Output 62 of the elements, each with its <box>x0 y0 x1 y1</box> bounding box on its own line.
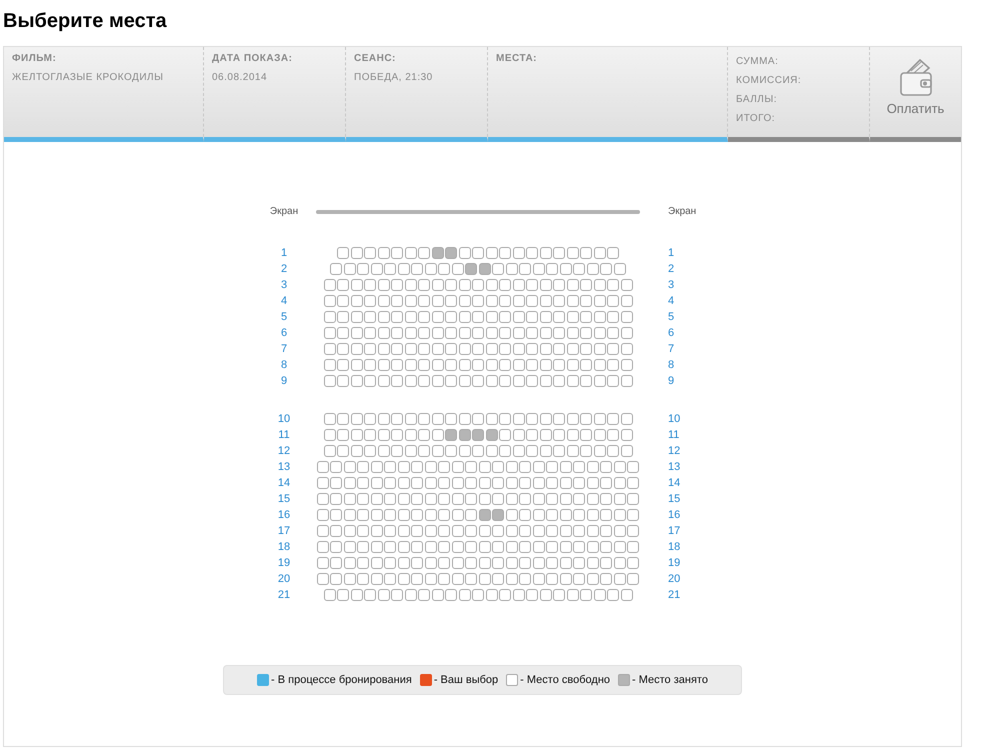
row-number: 21 <box>668 588 682 603</box>
row-number: 13 <box>668 460 682 475</box>
legend-label: - Место свободно <box>520 672 610 688</box>
field-value: ЖЕЛТОГЛАЗЫЕ КРОКОДИЛЫ <box>12 72 164 84</box>
row-number: 3 <box>280 278 288 293</box>
page-title: Выберите места <box>3 9 168 33</box>
row-number: 7 <box>668 342 676 357</box>
total-label: СУММА: <box>736 55 780 69</box>
row-number: 15 <box>276 492 292 507</box>
row-number: 1 <box>280 246 288 261</box>
row-number: 20 <box>276 572 292 587</box>
row-number: 6 <box>280 326 288 341</box>
field-label: МЕСТА: <box>496 53 538 65</box>
row-number: 5 <box>668 310 676 325</box>
total-label: ИТОГО: <box>736 112 776 126</box>
row-number: 13 <box>276 460 292 475</box>
row-number: 2 <box>668 262 676 277</box>
row-number: 10 <box>276 412 292 427</box>
field-label: ФИЛЬМ: <box>12 53 58 65</box>
row-number: 18 <box>276 540 292 555</box>
row-number: 18 <box>668 540 682 555</box>
row-number: 19 <box>668 556 682 571</box>
screen-label: Экран <box>668 205 698 219</box>
row-number: 12 <box>668 444 682 459</box>
row-number: 6 <box>668 326 676 341</box>
row-number: 11 <box>277 428 291 443</box>
row-number: 5 <box>280 310 288 325</box>
row-number: 2 <box>280 262 288 277</box>
row-number: 14 <box>668 476 682 491</box>
wallet-icon <box>898 57 932 97</box>
row-number: 16 <box>276 508 292 523</box>
pay-button[interactable]: Оплатить <box>870 47 961 118</box>
total-label: КОМИССИЯ: <box>736 74 802 88</box>
legend-label: - Место занято <box>632 672 708 688</box>
row-number: 17 <box>668 524 682 539</box>
row-number: 8 <box>668 358 676 373</box>
row-number: 10 <box>668 412 682 427</box>
row-number: 19 <box>276 556 292 571</box>
row-number: 15 <box>668 492 682 507</box>
field-label: ДАТА ПОКАЗА: <box>212 53 294 65</box>
field-value: 06.08.2014 <box>212 72 268 84</box>
row-number: 14 <box>276 476 292 491</box>
row-number: 17 <box>276 524 292 539</box>
row-number: 4 <box>668 294 676 309</box>
total-label: БАЛЛЫ: <box>736 93 778 107</box>
row-number: 3 <box>668 278 676 293</box>
row-number: 21 <box>276 588 292 603</box>
row-number: 9 <box>668 374 676 389</box>
row-number: 20 <box>668 572 682 587</box>
row-number: 16 <box>668 508 682 523</box>
field-value: ПОБЕДА, 21:30 <box>354 72 434 84</box>
row-number: 1 <box>668 246 676 261</box>
row-number: 12 <box>276 444 292 459</box>
row-number: 4 <box>280 294 288 309</box>
row-number: 8 <box>280 358 288 373</box>
screen-label: Экран <box>268 205 300 219</box>
row-number: 9 <box>280 374 288 389</box>
field-label: СЕАНС: <box>354 53 397 65</box>
row-number: 11 <box>668 428 680 443</box>
legend-label: - Ваш выбор <box>434 672 498 688</box>
legend-label: - В процессе бронирования <box>271 672 412 688</box>
row-number: 7 <box>280 342 288 357</box>
